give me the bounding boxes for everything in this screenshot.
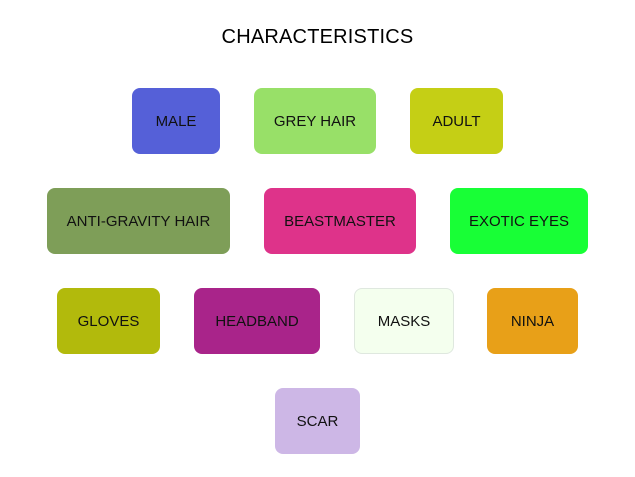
tag-gloves[interactable]: GLOVES: [57, 288, 160, 354]
tag-ninja[interactable]: NINJA: [487, 288, 578, 354]
tag-row-3: GLOVES HEADBAND MASKS NINJA: [0, 288, 635, 354]
tag-beastmaster[interactable]: BEASTMASTER: [264, 188, 416, 254]
tag-label: ANTI-GRAVITY HAIR: [66, 212, 211, 230]
tag-label: HEADBAND: [215, 312, 299, 330]
tag-label: GREY HAIR: [273, 112, 357, 130]
tag-exotic-eyes[interactable]: EXOTIC EYES: [450, 188, 588, 254]
tag-label: NINJA: [510, 312, 555, 330]
tag-row-1: MALE GREY HAIR ADULT: [0, 88, 635, 154]
tag-adult[interactable]: ADULT: [410, 88, 503, 154]
tag-label: MALE: [155, 112, 197, 130]
tag-grey-hair[interactable]: GREY HAIR: [254, 88, 376, 154]
tag-label: MASKS: [377, 312, 431, 330]
tag-label: ADULT: [432, 112, 481, 130]
tag-headband[interactable]: HEADBAND: [194, 288, 320, 354]
tag-row-4: SCAR: [0, 388, 635, 454]
page-title: CHARACTERISTICS: [221, 26, 414, 48]
tag-scar[interactable]: SCAR: [275, 388, 360, 454]
tag-label: EXOTIC EYES: [468, 212, 570, 230]
tag-masks[interactable]: MASKS: [354, 288, 454, 354]
tag-label: GLOVES: [77, 312, 140, 330]
tag-label: SCAR: [296, 412, 339, 430]
tag-row-2: ANTI-GRAVITY HAIR BEASTMASTER EXOTIC EYE…: [0, 188, 635, 254]
tag-male[interactable]: MALE: [132, 88, 220, 154]
tag-label: BEASTMASTER: [284, 212, 396, 230]
tag-anti-gravity-hair[interactable]: ANTI-GRAVITY HAIR: [47, 188, 230, 254]
